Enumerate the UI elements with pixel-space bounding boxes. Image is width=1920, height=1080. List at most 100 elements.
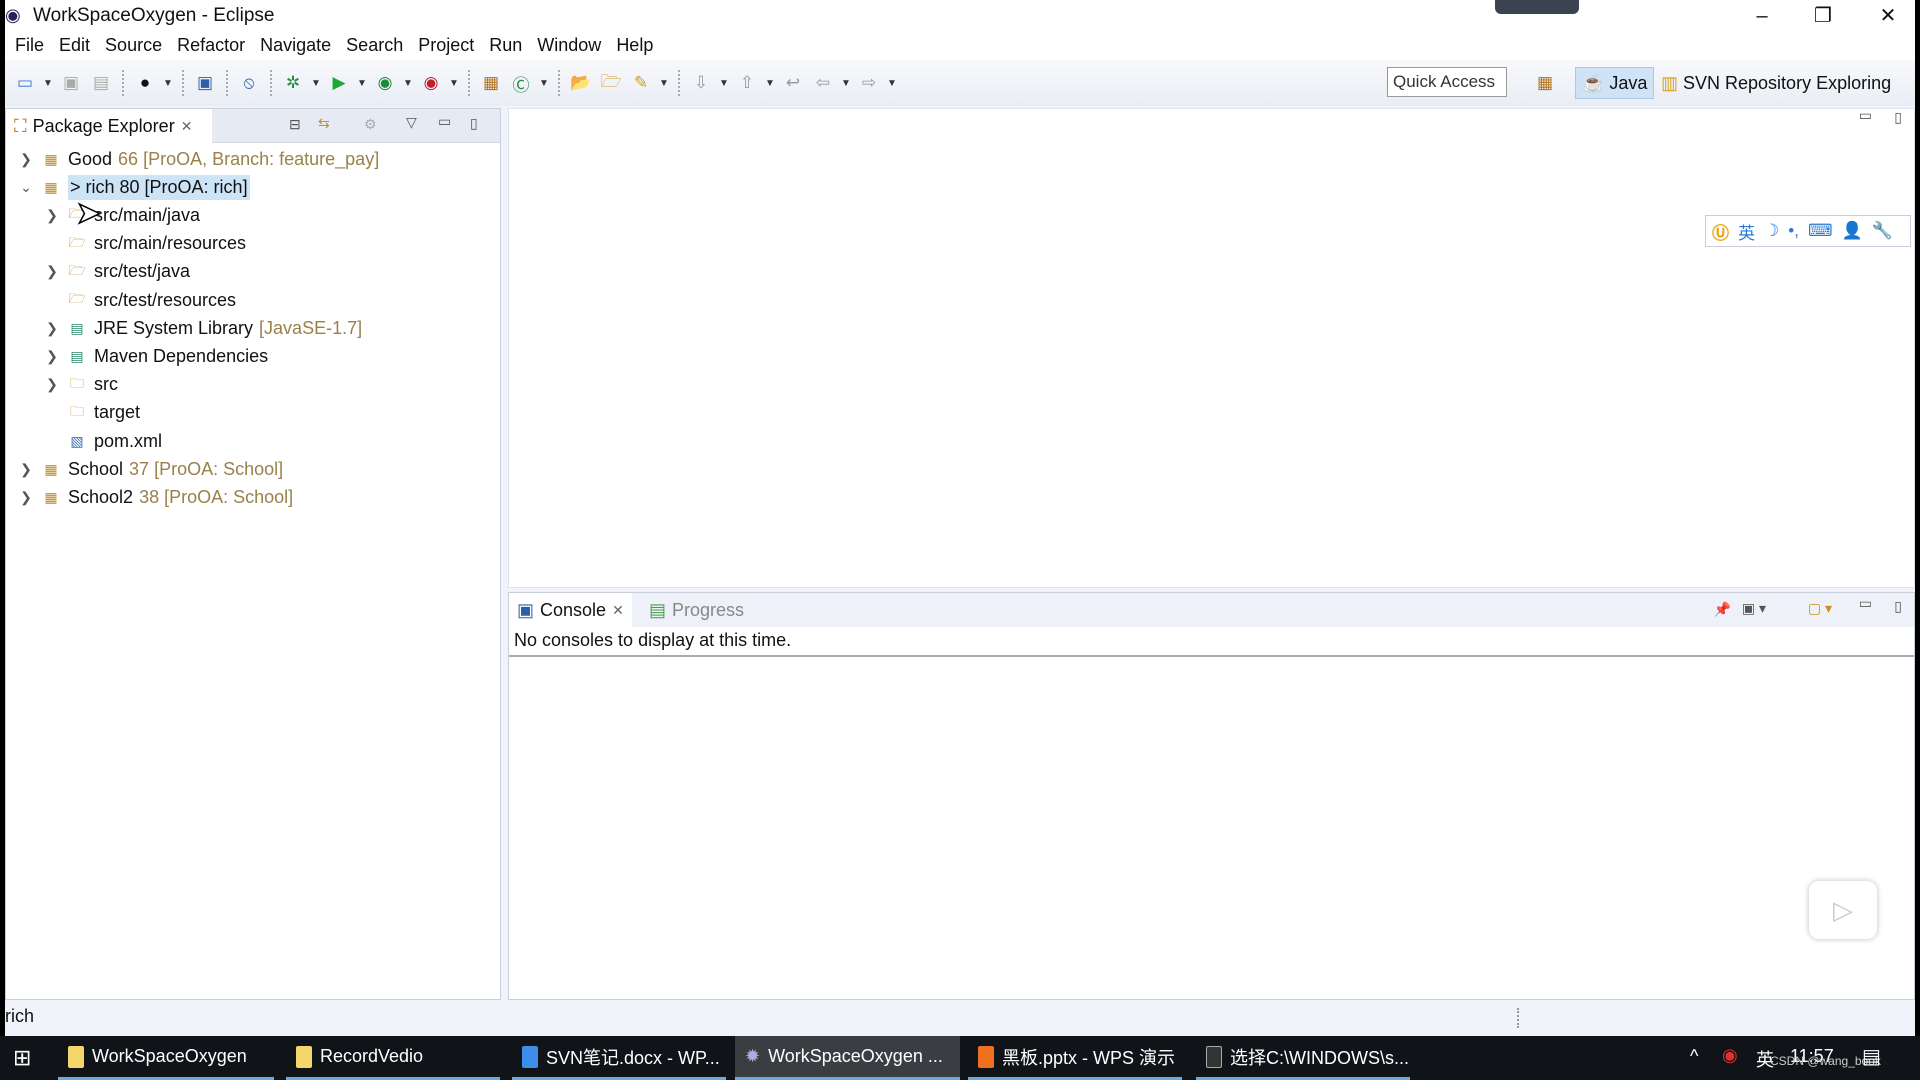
chevron-down-icon[interactable]: ▼ [163,78,173,89]
last-edit-icon[interactable]: ↩ [781,71,805,95]
next-annotation-icon[interactable]: ⇩ [689,71,713,95]
taskbar-item[interactable]: ✹ WorkSpaceOxygen ... [735,1036,960,1080]
tree-item[interactable]: ❯ ▤ Maven Dependencies [42,342,268,370]
menu-window[interactable]: Window [532,32,611,60]
tree-item[interactable]: ❯ ▦ School2 38 [ProOA: School] [16,483,293,511]
taskbar-item[interactable]: RecordVedio [286,1036,500,1080]
taskbar-item[interactable]: WorkSpaceOxygen [58,1036,274,1080]
video-play-icon[interactable]: ▷ [1809,881,1877,939]
coverage-icon[interactable]: ◉ [373,71,397,95]
wrench-icon[interactable]: 🔧 [1872,221,1893,241]
chevron-down-icon[interactable]: ▼ [765,78,775,89]
menu-run[interactable]: Run [484,32,532,60]
chevron-right-icon[interactable]: ❯ [42,207,62,224]
moon-icon[interactable]: ☽ [1764,221,1779,241]
console-icon[interactable]: ▣ [193,71,217,95]
forward-icon[interactable]: ⇨ [857,71,881,95]
chevron-down-icon[interactable]: ▼ [43,78,53,89]
tree-item[interactable]: ❯ 🗁 src/test/java [42,258,190,286]
tree-item[interactable]: ❯ ▦ Good 66 [ProOA, Branch: feature_pay] [16,145,379,173]
taskbar-item[interactable]: 黑板.pptx - WPS 演示 [968,1036,1182,1080]
tree-item[interactable]: ▧ pom.xml [42,427,162,455]
user-icon[interactable]: 👤 [1841,221,1862,241]
collapse-all-icon[interactable]: ⊟ [289,116,301,133]
taskbar-item[interactable]: 选择C:\WINDOWS\s... [1196,1036,1410,1080]
close-tab-icon[interactable]: ✕ [612,602,624,619]
skip-breakpoints-icon[interactable]: ⦸ [237,71,261,95]
chevron-down-icon[interactable]: ▼ [887,78,897,89]
menu-edit[interactable]: Edit [54,32,100,60]
new-package-icon[interactable]: ▦ [479,71,503,95]
new-class-icon[interactable]: Ⓒ [509,71,533,95]
chevron-down-icon[interactable]: ▼ [719,78,729,89]
open-task-icon[interactable]: 🗁 [599,71,623,95]
menu-search[interactable]: Search [341,32,413,60]
taskbar-item[interactable]: SVN笔记.docx - WP... [512,1036,726,1080]
focus-icon[interactable]: ⚙ [364,116,377,133]
chevron-down-icon[interactable]: ▼ [841,78,851,89]
chevron-right-icon[interactable]: ❯ [42,376,62,393]
link-with-editor-icon[interactable]: ⇆ [318,115,330,132]
quick-access-input[interactable]: Quick Access [1387,67,1507,97]
perspective-java[interactable]: ☕ Java [1575,67,1655,99]
chevron-right-icon[interactable]: ❯ [16,489,36,506]
chevron-down-icon[interactable]: ▼ [311,78,321,89]
chevron-down-icon[interactable]: ⌄ [16,179,36,196]
tree-item[interactable]: ❯ 🗀 src [42,371,118,399]
debug-icon[interactable]: ✲ [281,71,305,95]
tab-package-explorer[interactable]: ⛶ Package Explorer ✕ [6,109,212,143]
new-icon[interactable]: ▭ [13,71,37,95]
pin-console-icon[interactable]: 📌 [1714,601,1731,618]
minimize-view-icon[interactable]: ▭ [438,113,451,130]
windows-start-icon[interactable]: ⊞ [13,1045,31,1071]
open-console-icon[interactable]: ▢ ▾ [1808,600,1832,617]
open-perspective-icon[interactable]: ▦ [1533,71,1557,95]
external-tools-icon[interactable]: ◉ [419,71,443,95]
chevron-right-icon[interactable]: ❯ [42,263,62,280]
menu-source[interactable]: Source [100,32,172,60]
ime-logo-icon[interactable]: Ⓤ [1712,219,1729,244]
chevron-down-icon[interactable]: ▼ [659,78,669,89]
run-icon[interactable]: ▶ [327,71,351,95]
display-console-icon[interactable]: ▣ ▾ [1742,600,1766,617]
perspective-svn[interactable]: ▥ SVN Repository Exploring [1655,67,1897,99]
close-tab-icon[interactable]: ✕ [181,118,193,135]
minimize-editor-icon[interactable]: ▭ [1859,107,1872,124]
previous-annotation-icon[interactable]: ⇧ [735,71,759,95]
menu-project[interactable]: Project [413,32,484,60]
tree-item[interactable]: 🗁 src/test/resources [42,286,236,314]
tab-progress[interactable]: ▤ Progress [641,593,752,627]
punctuation-icon[interactable]: •, [1788,221,1799,241]
save-icon[interactable]: ▣ [59,71,83,95]
menu-navigate[interactable]: Navigate [255,32,341,60]
view-menu-icon[interactable]: ▽ [406,114,417,131]
chevron-down-icon[interactable]: ▼ [403,78,413,89]
chevron-right-icon[interactable]: ❯ [42,320,62,337]
menu-help[interactable]: Help [611,32,663,60]
tray-app-icon[interactable]: ◉ [1722,1045,1738,1066]
tree-item[interactable]: ❯ ▦ School 37 [ProOA: School] [16,455,283,483]
chevron-right-icon[interactable]: ❯ [16,461,36,478]
floating-recorder-handle[interactable] [1495,0,1579,14]
tray-chevron-up-icon[interactable]: ^ [1690,1046,1698,1067]
menu-refactor[interactable]: Refactor [172,32,255,60]
minimize-view-icon[interactable]: ▭ [1859,595,1872,612]
maximize-view-icon[interactable]: ▯ [1894,598,1902,615]
keyboard-icon[interactable]: ⌨ [1808,221,1833,241]
tree-item[interactable]: ❯ ▤ JRE System Library [JavaSE-1.7] [42,314,362,342]
maximize-view-icon[interactable]: ▯ [470,115,478,132]
chevron-down-icon[interactable]: ▼ [539,78,549,89]
ime-language-toggle[interactable]: 英 [1738,219,1755,244]
close-button[interactable]: ✕ [1863,2,1913,30]
menu-file[interactable]: File [10,32,54,60]
svn-icon[interactable]: ● [133,71,157,95]
chevron-right-icon[interactable]: ❯ [16,151,36,168]
open-type-icon[interactable]: 📂 [569,71,593,95]
back-icon[interactable]: ⇦ [811,71,835,95]
chevron-right-icon[interactable]: ❯ [42,348,62,365]
chevron-down-icon[interactable]: ▼ [357,78,367,89]
search-icon[interactable]: ✎ [629,71,653,95]
tree-item[interactable]: 🗁 src/main/resources [42,230,246,258]
notification-icon[interactable]: ▤ [1862,1044,1881,1069]
tree-item[interactable]: 🗀 target [42,399,140,427]
